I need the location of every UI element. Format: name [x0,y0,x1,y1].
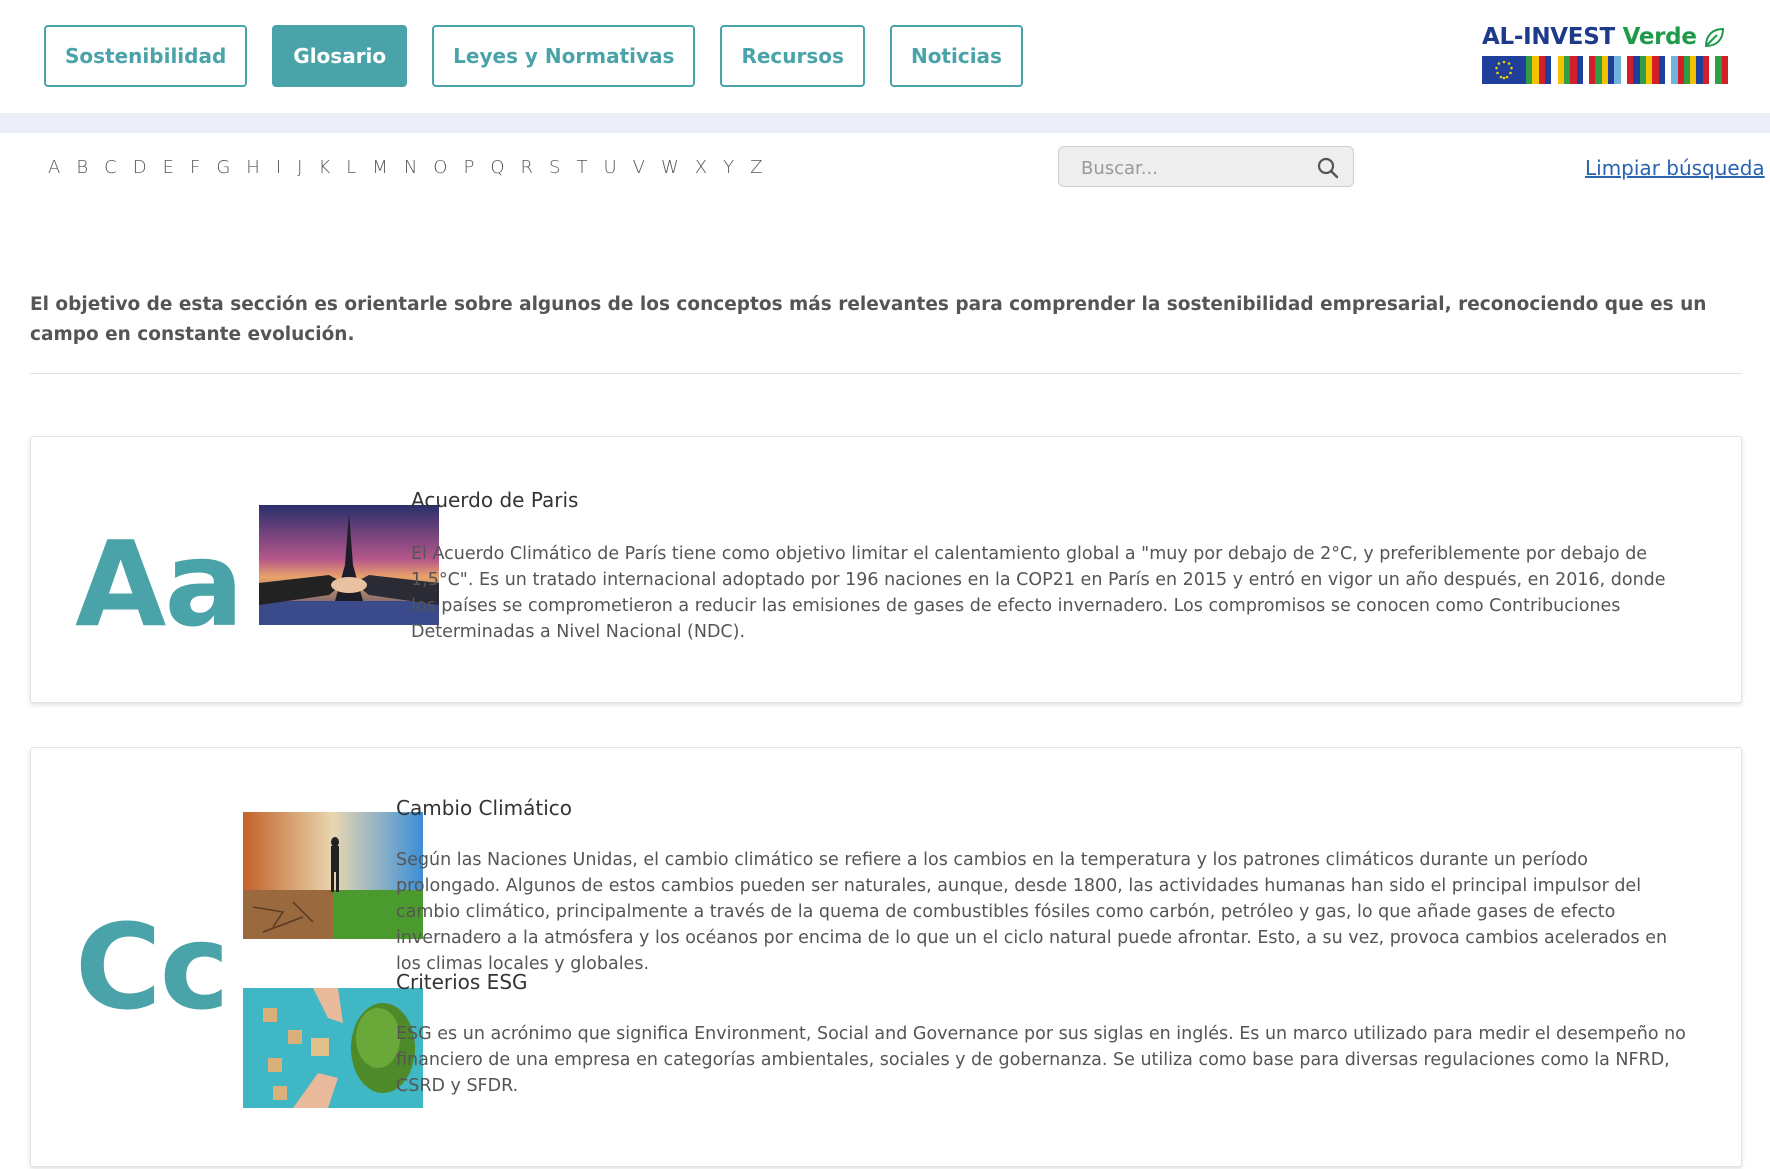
letter-filter-p[interactable]: P [455,157,482,178]
letter-filter-m[interactable]: M [364,157,396,178]
letter-filter-h[interactable]: H [238,157,268,178]
letter-filter-i[interactable]: I [268,157,289,178]
letter-filter-g[interactable]: G [208,157,238,178]
logo-text-part1: AL-INVEST [1482,24,1615,50]
letter-filter-k[interactable]: K [310,157,338,178]
letter-filter-y[interactable]: Y [715,157,742,178]
section-letter: Aa [75,515,244,653]
letter-filter-d[interactable]: D [125,157,155,178]
header-band [0,114,1770,133]
letter-filter-c[interactable]: C [96,157,125,178]
search-box [1058,146,1354,187]
nav-glosario[interactable]: Glosario [272,25,408,87]
glossary-section-a: Aa Acuerdo de Paris El Acuerdo Climático… [30,436,1742,703]
section-letter: Cc [75,898,230,1036]
nav-sostenibilidad[interactable]: Sostenibilidad [44,25,248,87]
logo-text-part2: Verde [1622,24,1697,50]
nav-leyes-normativas[interactable]: Leyes y Normativas [432,25,696,87]
clear-search-link[interactable]: Limpiar búsqueda [1585,156,1765,180]
letter-filter-v[interactable]: V [625,157,653,178]
term-title[interactable]: Criterios ESG [396,970,528,994]
letter-filter-r[interactable]: R [512,157,541,178]
alphabet-filter: ABCDEFGHIJKLMNOPQRSTUVWXYZ [40,157,770,178]
letter-filter-w[interactable]: W [653,157,687,178]
search-input[interactable] [1079,155,1313,181]
letter-filter-j[interactable]: J [289,157,310,178]
letter-filter-o[interactable]: O [425,157,455,178]
intro-text: El objetivo de esta sección es orientarl… [30,294,1707,345]
letter-filter-b[interactable]: B [68,157,96,178]
term-description: Según las Naciones Unidas, el cambio cli… [396,850,1668,974]
divider [30,373,1742,374]
search-icon[interactable] [1317,157,1339,179]
letter-filter-n[interactable]: N [396,157,425,178]
flag-strip [1482,56,1728,84]
letter-filter-u[interactable]: U [595,157,624,178]
al-invest-logo[interactable]: AL-INVEST Verde [1482,24,1728,86]
term-title[interactable]: Acuerdo de Paris [411,488,578,512]
letter-filter-s[interactable]: S [541,157,568,178]
letter-filter-t[interactable]: T [568,157,595,178]
country-flags-bars [1526,56,1728,84]
logo-text: AL-INVEST Verde [1482,24,1697,50]
letter-filter-a[interactable]: A [40,157,68,178]
letter-filter-f[interactable]: F [182,157,208,178]
term-description: El Acuerdo Climático de París tiene como… [411,544,1666,642]
nav-noticias[interactable]: Noticias [889,25,1023,87]
glossary-section-c: Cc Cambio Climático Según las Naciones U… [30,747,1742,1167]
letter-filter-e[interactable]: E [155,157,182,178]
main-nav: Sostenibilidad Glosario Leyes y Normativ… [44,25,1023,87]
letter-filter-z[interactable]: Z [742,157,770,178]
nav-recursos[interactable]: Recursos [720,25,865,87]
letter-filter-l[interactable]: L [338,157,364,178]
leaf-icon [1704,27,1725,48]
term-description: ESG es un acrónimo que significa Environ… [396,1024,1686,1096]
letter-filter-q[interactable]: Q [482,157,512,178]
term-title[interactable]: Cambio Climático [396,796,572,820]
eu-flag-icon [1482,56,1526,84]
site-header: Sostenibilidad Glosario Leyes y Normativ… [0,0,1770,114]
letter-filter-x[interactable]: X [687,157,715,178]
